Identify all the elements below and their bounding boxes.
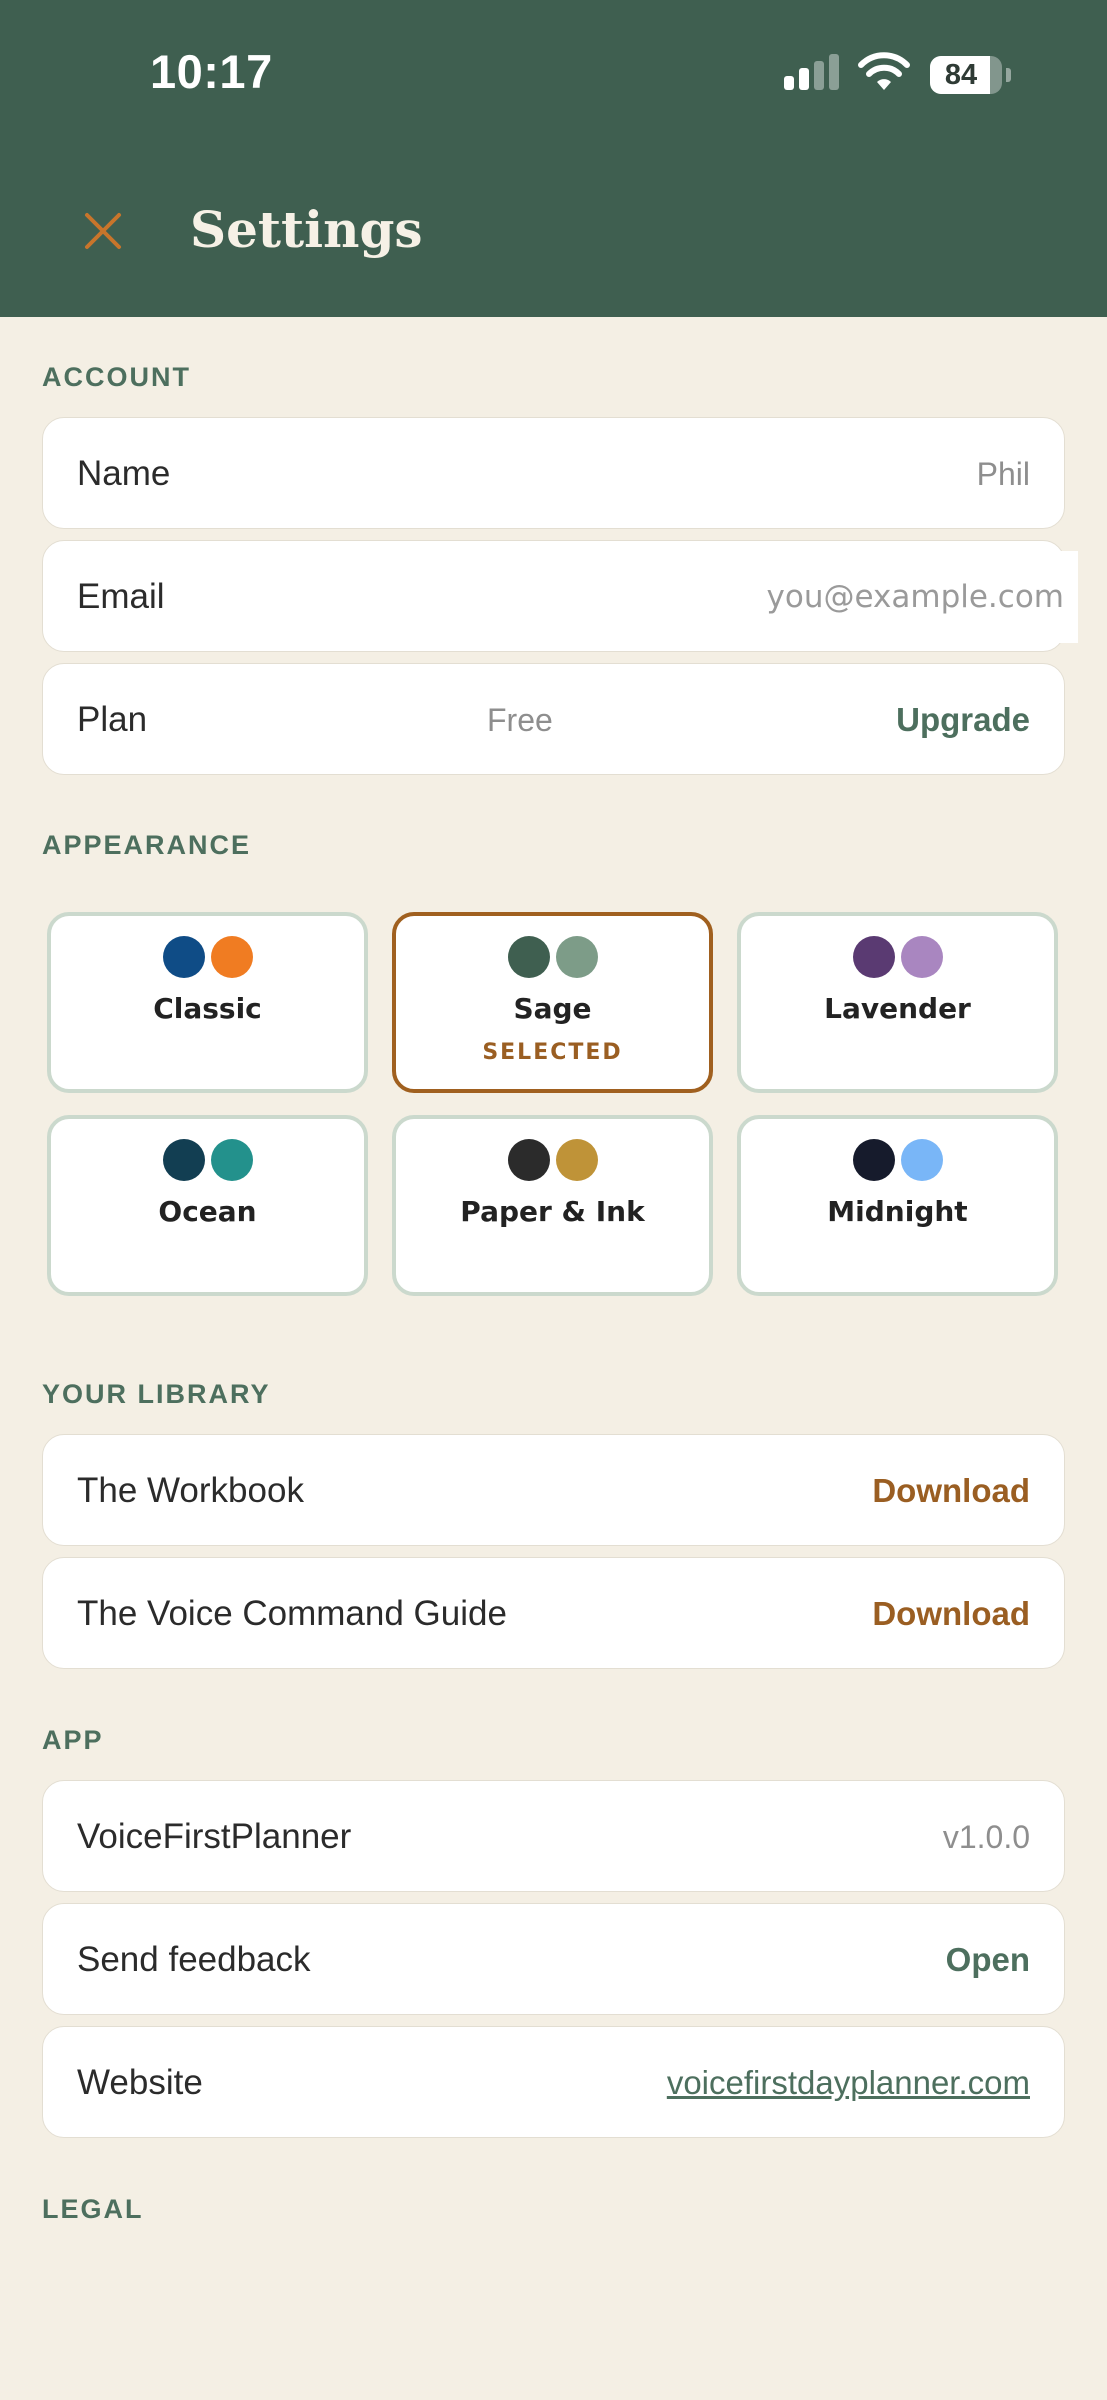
download-workbook-button[interactable]: Download [872, 1435, 1030, 1547]
download-guide-button[interactable]: Download [872, 1558, 1030, 1670]
theme-card[interactable]: Sage SELECTED [392, 912, 713, 1093]
selected-badge: SELECTED [482, 1040, 623, 1065]
page-title: Settings [190, 200, 423, 259]
color-swatch [210, 1139, 253, 1181]
plan-label: Plan [77, 700, 148, 739]
theme-name: Classic [153, 992, 262, 1025]
theme-swatches [741, 936, 1054, 980]
wifi-icon [858, 52, 910, 90]
theme-card[interactable]: Classic [47, 912, 368, 1093]
color-swatch [162, 936, 205, 978]
theme-card[interactable]: Ocean [47, 1115, 368, 1296]
app-version-row: VoiceFirstPlanner v1.0.0 [42, 1780, 1065, 1892]
status-time: 10:17 [150, 45, 273, 98]
section-title-app: APP [42, 1725, 104, 1755]
website-label: Website [77, 2063, 203, 2102]
name-label: Name [77, 454, 171, 493]
cellular-signal-icon [784, 54, 839, 90]
website-row: Website voicefirstdayplanner.com [42, 2026, 1065, 2138]
battery-percentage: 84 [944, 59, 978, 91]
theme-swatches [51, 936, 364, 980]
email-field[interactable] [738, 551, 1078, 643]
section-title-library: YOUR LIBRARY [42, 1379, 271, 1409]
theme-swatches [741, 1139, 1054, 1183]
app-version: v1.0.0 [942, 1819, 1030, 1855]
theme-card[interactable]: Midnight [737, 1115, 1058, 1296]
feedback-label: Send feedback [77, 1940, 311, 1979]
library-item-label: The Workbook [77, 1471, 304, 1510]
app-name: VoiceFirstPlanner [77, 1817, 352, 1856]
theme-name: Ocean [158, 1195, 257, 1228]
color-swatch [555, 936, 598, 978]
email-row: Email [42, 540, 1078, 652]
color-swatch [507, 1139, 550, 1181]
feedback-open-button[interactable]: Open [946, 1904, 1030, 2016]
color-swatch [162, 1139, 205, 1181]
theme-name: Sage [513, 992, 592, 1025]
upgrade-button[interactable]: Upgrade [896, 664, 1030, 776]
color-swatch [852, 936, 895, 978]
email-label: Email [77, 577, 165, 616]
plan-row: Plan Free Upgrade [42, 663, 1065, 775]
color-swatch [507, 936, 550, 978]
app-header: 10:17 84 Settings [0, 0, 1107, 317]
feedback-row[interactable]: Send feedback Open [42, 1903, 1065, 2015]
name-row[interactable]: Name Phil [42, 417, 1065, 529]
section-title-appearance: APPEARANCE [42, 830, 252, 860]
color-swatch [900, 1139, 943, 1181]
theme-swatches [396, 1139, 709, 1183]
color-swatch [555, 1139, 598, 1181]
color-swatch [852, 1139, 895, 1181]
battery-icon: 84 [930, 56, 1011, 94]
library-item-voice-guide: The Voice Command Guide Download [42, 1557, 1065, 1669]
section-title-account: ACCOUNT [42, 362, 191, 392]
close-icon [85, 213, 121, 249]
theme-name: Midnight [827, 1195, 968, 1228]
close-button[interactable] [78, 206, 128, 256]
theme-swatches [396, 936, 709, 980]
color-swatch [900, 936, 943, 978]
theme-card[interactable]: Lavender [737, 912, 1058, 1093]
plan-value: Free [487, 702, 553, 738]
theme-card[interactable]: Paper & Ink [392, 1115, 713, 1296]
theme-name: Lavender [824, 992, 971, 1025]
color-swatch [210, 936, 253, 978]
section-title-legal: LEGAL [42, 2194, 144, 2224]
name-value: Phil [976, 456, 1030, 492]
library-item-label: The Voice Command Guide [77, 1594, 507, 1633]
theme-swatches [51, 1139, 364, 1183]
theme-name: Paper & Ink [460, 1195, 645, 1228]
website-link[interactable]: voicefirstdayplanner.com [667, 2027, 1030, 2139]
library-item-workbook: The Workbook Download [42, 1434, 1065, 1546]
